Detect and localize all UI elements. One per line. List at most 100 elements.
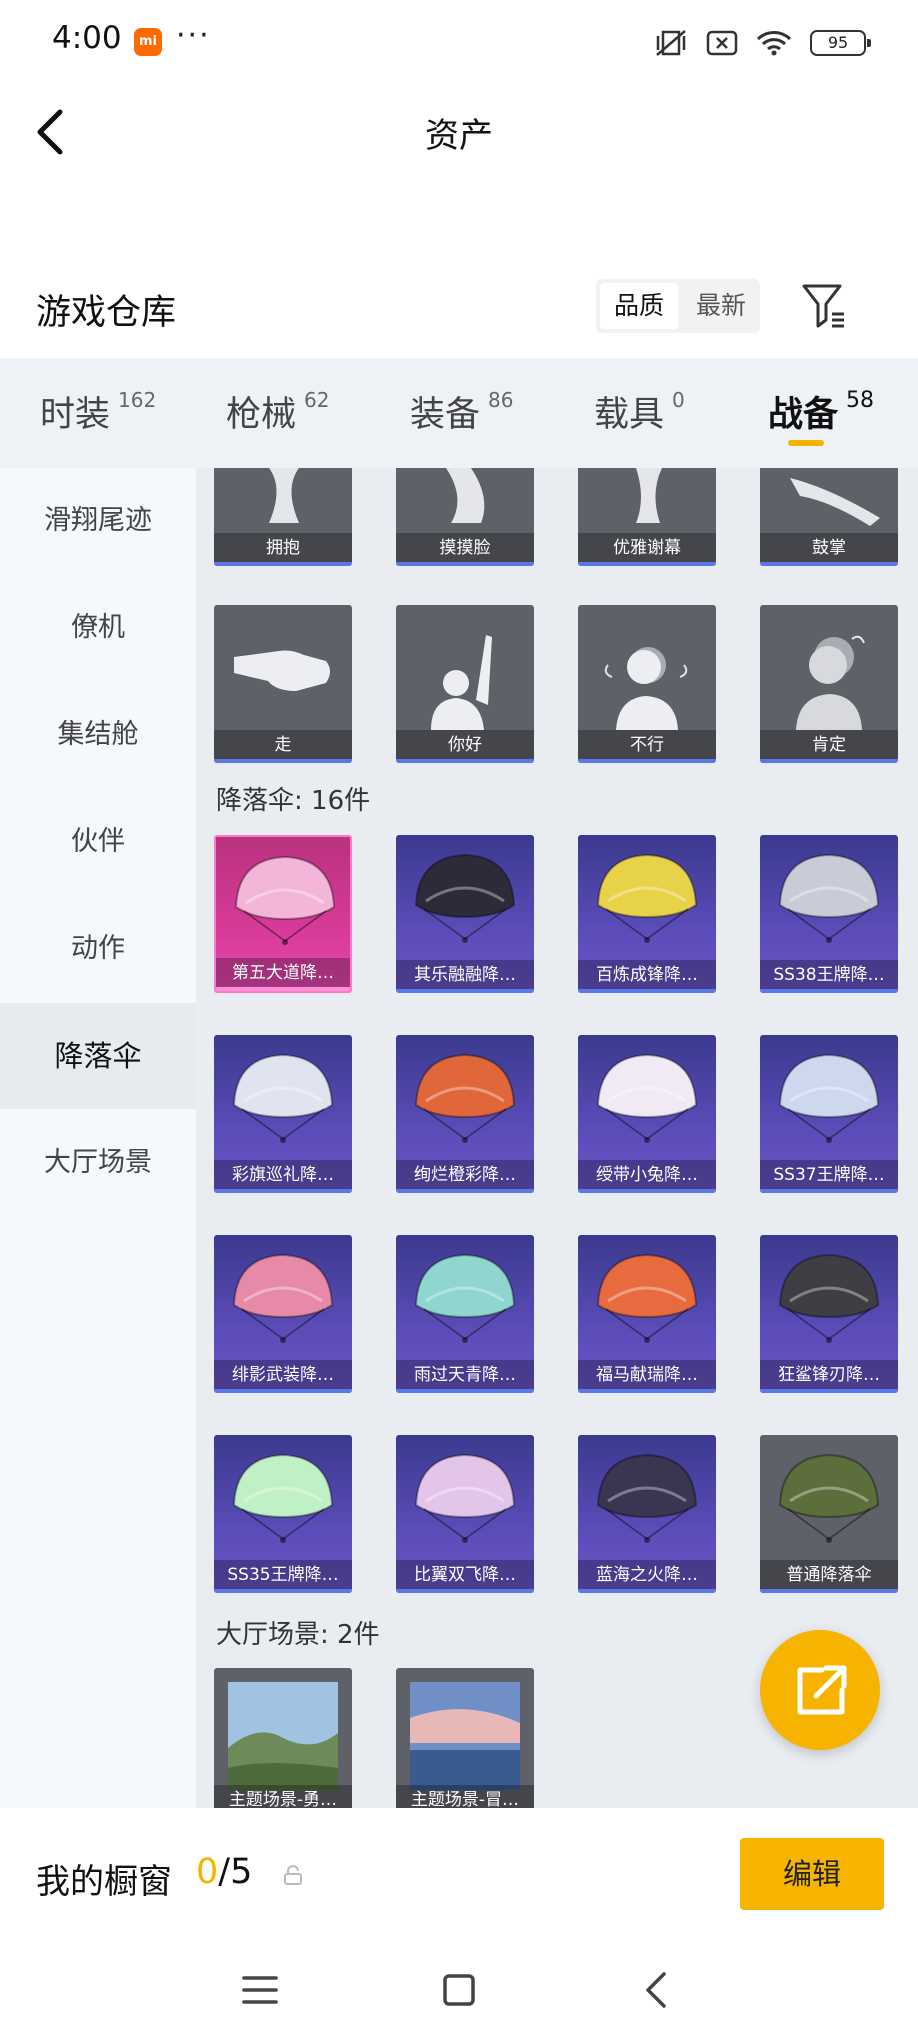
tab-readiness[interactable]: 战备 58 — [768, 358, 908, 468]
parachute-card[interactable]: 普通降落伞 — [760, 1435, 898, 1593]
emote-art — [234, 650, 330, 691]
tab-fashion[interactable]: 时装 162 — [40, 358, 226, 468]
parachute-art — [232, 1053, 334, 1143]
item-name: 你好 — [396, 730, 534, 760]
share-button[interactable] — [760, 1630, 880, 1750]
system-nav-bar — [0, 1938, 918, 2040]
showcase-count-total: /5 — [218, 1852, 253, 1892]
parachute-card[interactable]: 其乐融融降… — [396, 835, 534, 993]
item-name: 走 — [214, 730, 352, 760]
sidebar-item-pod[interactable]: 集结舱 — [0, 682, 196, 788]
sidebar-item-lobby-scene[interactable]: 大厅场景 — [0, 1110, 196, 1216]
item-name: 摸摸脸 — [396, 533, 534, 563]
parachute-art — [232, 1253, 334, 1343]
parachute-art — [414, 1253, 516, 1343]
mi-app-icon: mi — [134, 28, 162, 56]
item-name: 其乐融融降… — [396, 960, 534, 990]
sidebar-item-emote[interactable]: 动作 — [0, 896, 196, 1002]
tab-weapons[interactable]: 枪械 62 — [226, 358, 410, 468]
parachute-card[interactable]: SS37王牌降… — [760, 1035, 898, 1193]
item-name: 普通降落伞 — [760, 1560, 898, 1590]
emote-card[interactable]: 鼓掌 — [760, 468, 898, 566]
emote-card[interactable]: 优雅谢幕 — [578, 468, 716, 566]
rarity-bar — [396, 1189, 534, 1193]
emote-card[interactable]: 你好 — [396, 605, 534, 763]
rarity-bar — [216, 987, 350, 991]
sidebar-item-wingman[interactable]: 僚机 — [0, 575, 196, 681]
tab-count: 162 — [118, 388, 157, 412]
sidebar-item-parachute[interactable]: 降落伞 — [0, 1003, 196, 1109]
item-name: 福马献瑞降… — [578, 1360, 716, 1390]
status-icons: 95 — [654, 28, 871, 58]
parachute-card[interactable]: 绶带小兔降… — [578, 1035, 716, 1193]
parachute-card[interactable]: 比翼双飞降… — [396, 1435, 534, 1593]
more-notifications-icon: ··· — [176, 18, 211, 53]
parachute-card[interactable]: 狂鲨锋刃降… — [760, 1235, 898, 1393]
parachute-art — [778, 1053, 880, 1143]
parachute-card[interactable]: SS38王牌降… — [760, 835, 898, 993]
item-name: SS37王牌降… — [760, 1160, 898, 1190]
parachute-art — [596, 853, 698, 943]
wifi-icon — [756, 31, 792, 56]
rarity-bar — [578, 759, 716, 763]
parachute-art — [778, 853, 880, 943]
item-name: 拥抱 — [214, 533, 352, 563]
sidebar-item-companion[interactable]: 伙伴 — [0, 789, 196, 895]
emote-card[interactable]: 拥抱 — [214, 468, 352, 566]
menu-icon[interactable] — [238, 1968, 282, 2012]
rarity-bar — [760, 1189, 898, 1193]
emote-card[interactable]: 不行 — [578, 605, 716, 763]
parachute-art — [232, 1453, 334, 1543]
parachute-card[interactable]: 绯影武装降… — [214, 1235, 352, 1393]
parachute-art — [596, 1453, 698, 1543]
item-name: SS38王牌降… — [760, 960, 898, 990]
parachute-card[interactable]: 彩旗巡礼降… — [214, 1035, 352, 1193]
rarity-bar — [214, 562, 352, 566]
parachute-card[interactable]: 蓝海之火降… — [578, 1435, 716, 1593]
emote-card[interactable]: 摸摸脸 — [396, 468, 534, 566]
parachute-art — [414, 853, 516, 943]
rarity-bar — [214, 1589, 352, 1593]
parachute-card[interactable]: 第五大道降… — [214, 835, 352, 993]
parachute-card[interactable]: 绚烂橙彩降… — [396, 1035, 534, 1193]
parachute-art — [596, 1253, 698, 1343]
item-name: 百炼成锋降… — [578, 960, 716, 990]
emote-art — [269, 468, 299, 523]
lobby-scene-card[interactable]: 主题场景-冒… — [396, 1668, 534, 1808]
parachute-art — [234, 855, 336, 945]
parachute-card[interactable]: 百炼成锋降… — [578, 835, 716, 993]
emote-card[interactable]: 走 — [214, 605, 352, 763]
filter-icon[interactable] — [800, 280, 848, 332]
edit-button[interactable]: 编辑 — [740, 1838, 884, 1910]
tab-label: 枪械 — [226, 395, 297, 435]
rarity-bar — [578, 989, 716, 993]
lobby-scene-card[interactable]: 主题场景-勇… — [214, 1668, 352, 1808]
active-tab-indicator — [788, 440, 824, 446]
emote-card[interactable]: 肯定 — [760, 605, 898, 763]
sidebar-item-glide-trail[interactable]: 滑翔尾迹 — [0, 468, 196, 574]
nav-back-icon[interactable] — [636, 1968, 680, 2012]
parachute-card[interactable]: 雨过天青降… — [396, 1235, 534, 1393]
home-icon[interactable] — [437, 1968, 481, 2012]
item-name: 绚烂橙彩降… — [396, 1160, 534, 1190]
parachute-art — [778, 1253, 880, 1343]
category-tabs: 时装 162 枪械 62 装备 86 载具 0 战备 58 — [0, 358, 918, 468]
parachute-card[interactable]: 福马献瑞降… — [578, 1235, 716, 1393]
item-name: 第五大道降… — [216, 958, 350, 988]
parachute-art — [414, 1053, 516, 1143]
sort-newest-button[interactable]: 最新 — [682, 279, 760, 333]
rarity-bar — [396, 1389, 534, 1393]
item-name: 肯定 — [760, 730, 898, 760]
mute-vibrate-icon — [656, 30, 686, 56]
tab-vehicles[interactable]: 载具 0 — [594, 358, 768, 468]
rarity-bar — [396, 1589, 534, 1593]
tab-equipment[interactable]: 装备 86 — [410, 358, 594, 468]
showcase-label: 我的橱窗 — [36, 1862, 172, 1902]
tab-count: 0 — [672, 388, 685, 412]
status-bar: 4:00 mi ··· 95 — [0, 0, 918, 84]
lock-icon — [284, 1865, 302, 1885]
item-grid: 拥抱 摸摸脸 优雅谢幕 鼓掌 走 你好 不行 肯定 降落伞: 16件 第五大道降… — [196, 468, 918, 1808]
item-name: 绯影武装降… — [214, 1360, 352, 1390]
parachute-card[interactable]: SS35王牌降… — [214, 1435, 352, 1593]
sort-quality-button[interactable]: 品质 — [600, 283, 678, 329]
